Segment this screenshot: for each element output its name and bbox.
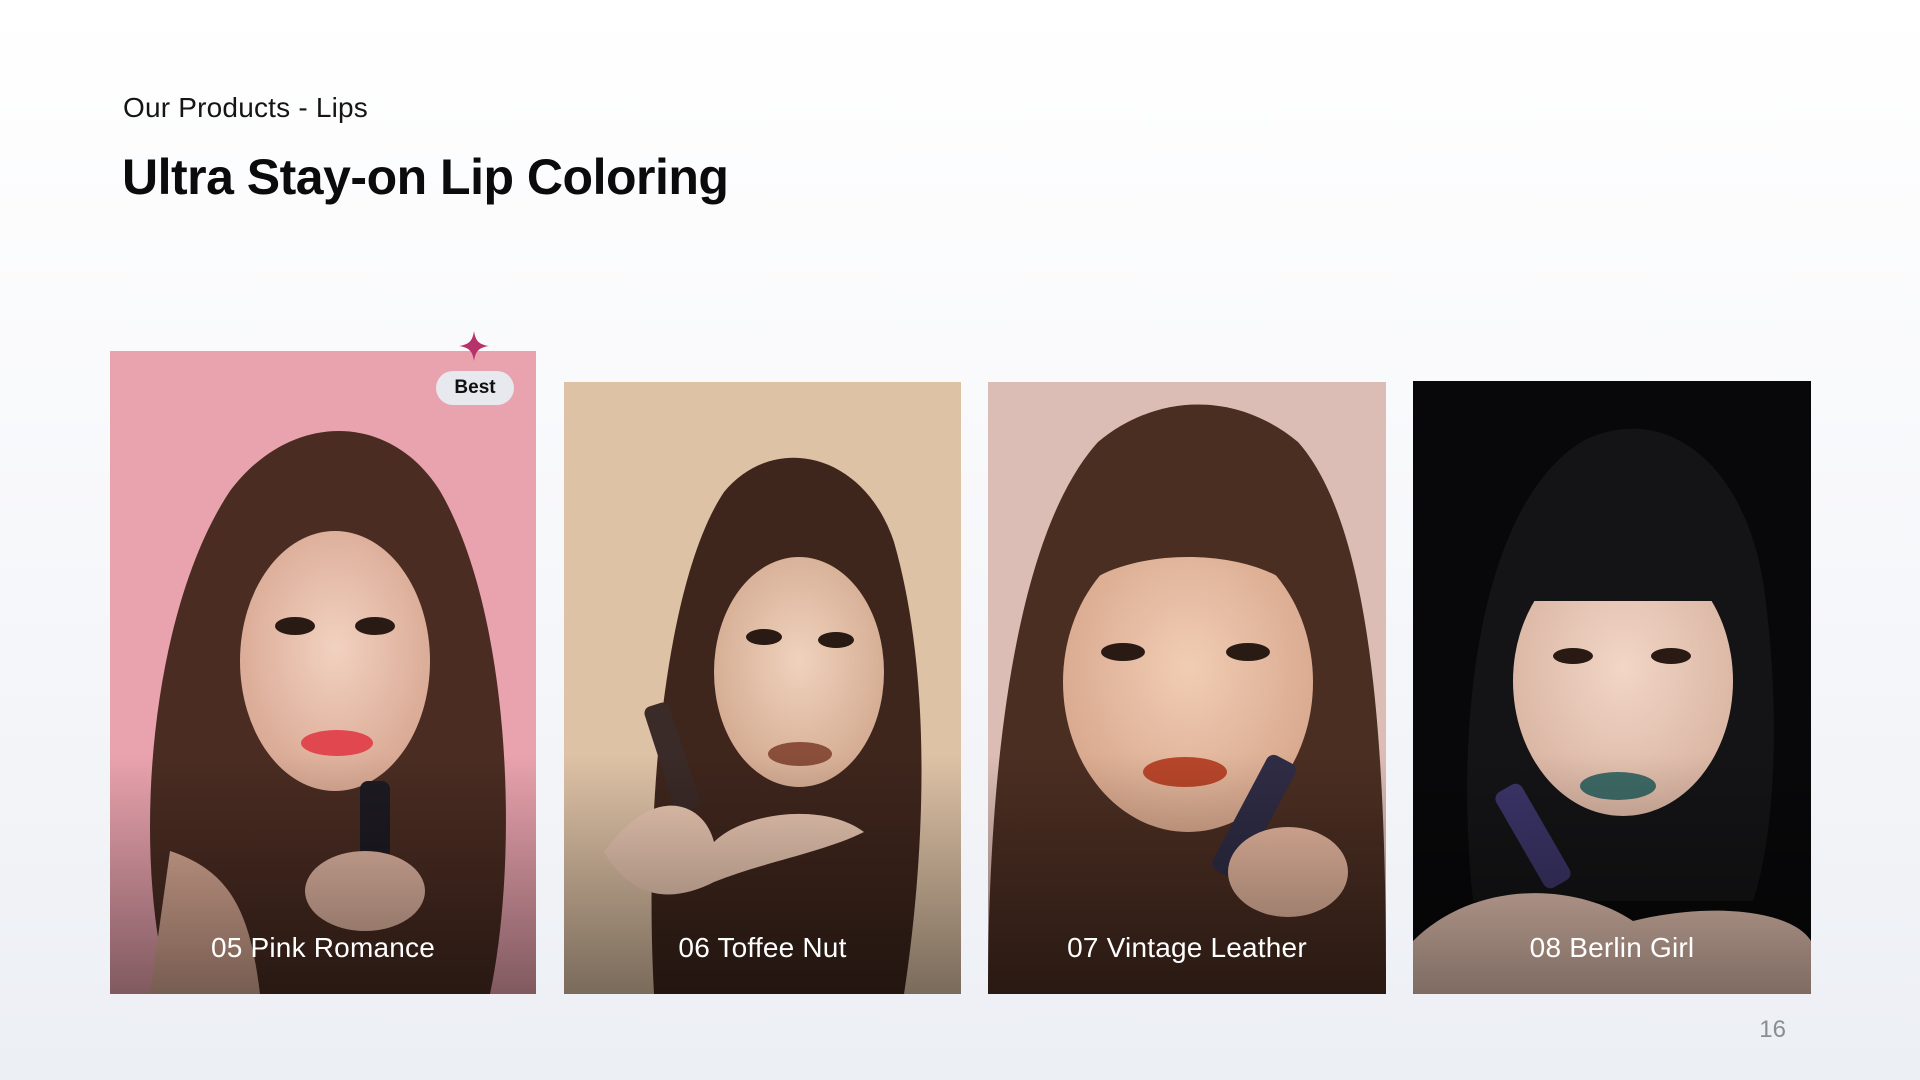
product-card-toffee-nut: 06 Toffee Nut bbox=[564, 382, 961, 994]
product-caption: 06 Toffee Nut bbox=[678, 932, 847, 963]
product-caption: 08 Berlin Girl bbox=[1529, 932, 1695, 963]
product-card-pink-romance: 05 Pink Romance bbox=[110, 351, 536, 994]
product-caption: 05 Pink Romance bbox=[210, 932, 435, 963]
page-number: 16 bbox=[1759, 1016, 1786, 1043]
best-badge: Best bbox=[436, 371, 514, 405]
product-card-berlin-girl: 08 Berlin Girl bbox=[1413, 381, 1811, 994]
slide-eyebrow: Our Products - Lips bbox=[123, 92, 368, 123]
product-card-vintage-leather: 07 Vintage Leather bbox=[988, 382, 1386, 994]
product-caption: 07 Vintage Leather bbox=[1067, 932, 1307, 963]
sparkle-icon bbox=[459, 331, 489, 361]
slide: Our Products - Lips Ultra Stay-on Lip Co… bbox=[0, 0, 1920, 1080]
slide-title: Ultra Stay-on Lip Coloring bbox=[122, 149, 729, 205]
